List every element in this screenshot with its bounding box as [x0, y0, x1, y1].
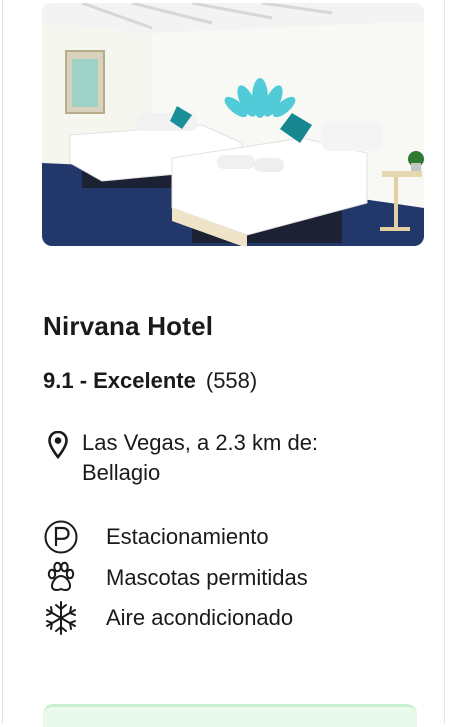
hotel-room-photo[interactable]: [42, 3, 424, 246]
rating-row: 9.1 - Excelente (558): [43, 368, 257, 394]
amenity-label: Estacionamiento: [106, 524, 269, 549]
rating-score: 9.1 - Excelente: [43, 368, 196, 393]
hotel-name[interactable]: Nirvana Hotel: [43, 311, 213, 342]
paw-icon: [47, 561, 75, 591]
location-distance: Las Vegas, a 2.3 km de:: [82, 430, 319, 455]
map-pin-icon: [48, 431, 68, 459]
room-image: [42, 3, 424, 246]
location-text: Las Vegas, a 2.3 km de: Bellagio: [82, 428, 422, 488]
review-count: (558): [205, 368, 258, 393]
book-button[interactable]: [43, 704, 417, 727]
amenity-label: Aire acondicionado: [106, 605, 294, 630]
location-landmark: Bellagio: [82, 460, 161, 485]
amenity-label: Mascotas permitidas: [106, 565, 308, 590]
parking-icon: [44, 520, 78, 554]
snowflake-icon: [46, 601, 76, 635]
